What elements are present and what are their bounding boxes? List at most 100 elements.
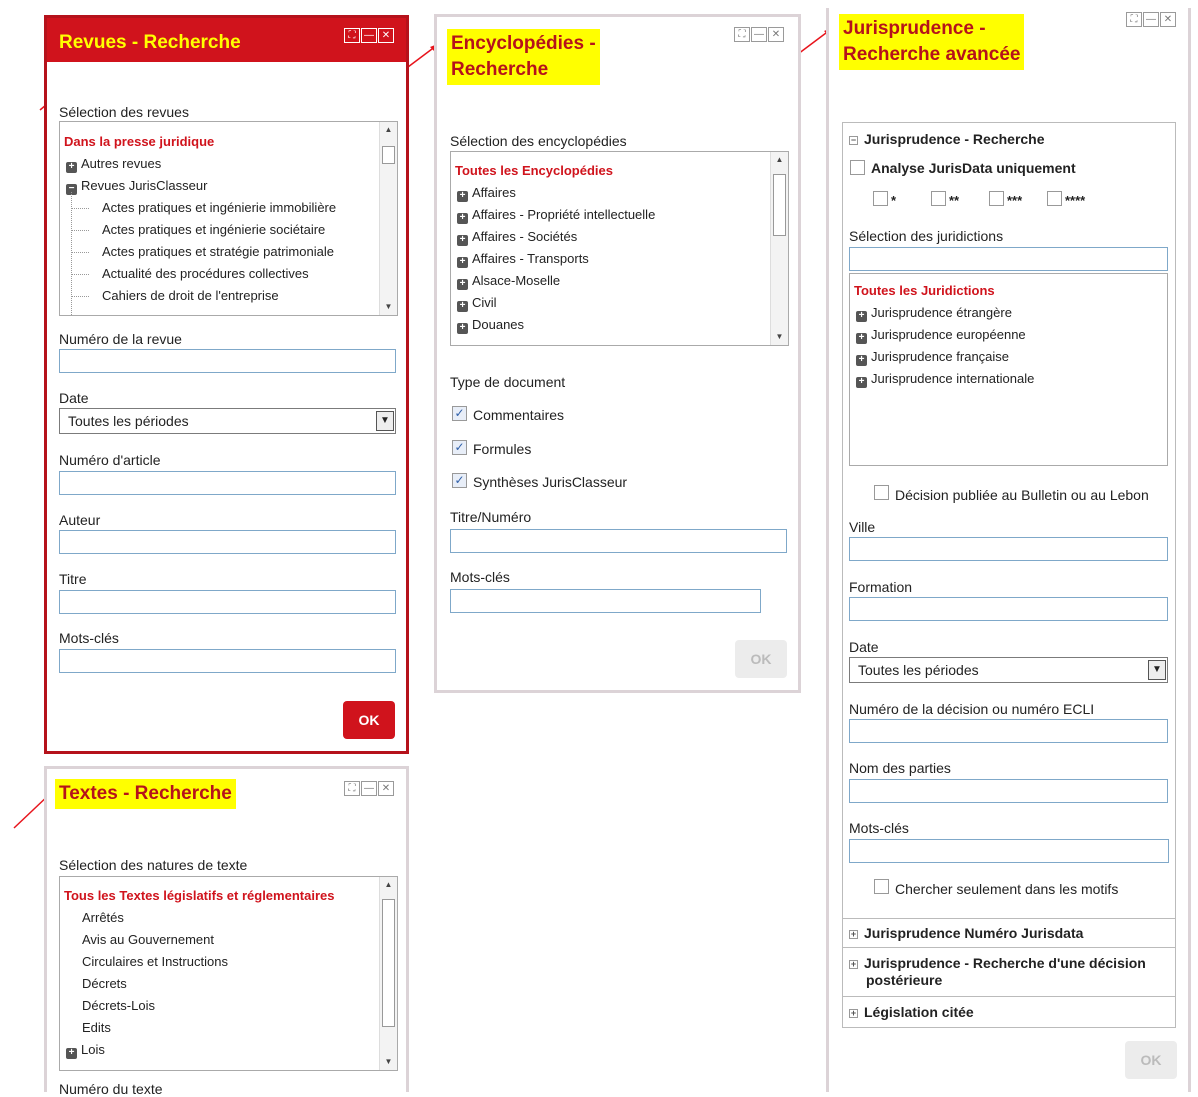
motscles-input[interactable] [450, 589, 761, 613]
minimize-icon[interactable]: — [361, 781, 377, 796]
list-item[interactable]: Edits [82, 1020, 111, 1035]
numero-revue-input[interactable] [59, 349, 396, 373]
scroll-down-icon[interactable]: ▼ [380, 299, 397, 315]
titre-input[interactable] [59, 590, 396, 614]
close-icon[interactable]: ✕ [1160, 12, 1176, 27]
scroll-down-icon[interactable]: ▼ [380, 1054, 397, 1070]
scrollbar[interactable]: ▲ ▼ [770, 152, 788, 345]
collapse-icon[interactable]: − [849, 136, 858, 145]
ok-button[interactable]: OK [1125, 1041, 1177, 1079]
juridictions-tree[interactable]: Toutes les Juridictions + Jurisprudence é… [849, 273, 1168, 466]
formules-checkbox[interactable]: ✓ [452, 440, 467, 455]
section-decision-posterieure[interactable]: + Jurisprudence - Recherche d'une décisio… [843, 947, 1175, 996]
tree-root[interactable]: Tous les Textes législatifs et réglement… [64, 888, 334, 903]
section-jurisprudence-recherche[interactable]: − Jurisprudence - Recherche [849, 131, 1045, 147]
motifs-checkbox[interactable] [874, 879, 889, 894]
numero-decision-input[interactable] [849, 719, 1168, 743]
list-item[interactable]: Avis au Gouvernement [82, 932, 214, 947]
tree-root[interactable]: Toutes les Juridictions [854, 283, 995, 298]
close-icon[interactable]: ✕ [378, 781, 394, 796]
list-item[interactable]: Cahiers de droit de l'entreprise [102, 288, 279, 303]
syntheses-checkbox[interactable]: ✓ [452, 473, 467, 488]
scroll-thumb[interactable] [773, 174, 786, 236]
expand-icon[interactable]: + [457, 213, 468, 224]
expand-icon[interactable]: + [457, 301, 468, 312]
list-item[interactable]: Actes pratiques et ingénierie immobilièr… [102, 200, 336, 215]
section-numero-jurisdata[interactable]: + Jurisprudence Numéro Jurisdata [843, 918, 1175, 947]
expand-icon[interactable]: + [849, 960, 858, 969]
star3-checkbox[interactable] [989, 191, 1004, 206]
list-item[interactable]: Décrets [82, 976, 127, 991]
expand-icon[interactable]: + [849, 1009, 858, 1018]
tree-group-autres-revues[interactable]: + Autres revues [66, 156, 161, 173]
juridictions-search-input[interactable] [849, 247, 1168, 271]
expand-icon[interactable]: + [457, 235, 468, 246]
scrollbar[interactable]: ▲ ▼ [379, 877, 397, 1070]
list-item[interactable]: Circulaires et Instructions [82, 954, 228, 969]
list-item[interactable]: + Lois [66, 1042, 105, 1059]
section-legislation-citee[interactable]: + Législation citée [843, 996, 1175, 1028]
minimize-icon[interactable]: — [361, 28, 377, 43]
analyse-checkbox[interactable] [850, 160, 865, 175]
list-item[interactable]: + Jurisprudence européenne [856, 327, 1026, 344]
date-select[interactable]: Toutes les périodes ▼ [59, 408, 396, 434]
textes-tree[interactable]: Tous les Textes législatifs et réglement… [59, 876, 398, 1071]
chevron-down-icon[interactable]: ▼ [1148, 660, 1166, 680]
bulletin-checkbox[interactable] [874, 485, 889, 500]
ville-input[interactable] [849, 537, 1168, 561]
tree-group-revues-jurisclasseur[interactable]: − Revues JurisClasseur [66, 178, 207, 195]
close-icon[interactable]: ✕ [768, 27, 784, 42]
tree-root[interactable]: Dans la presse juridique [64, 134, 214, 149]
scroll-down-icon[interactable]: ▼ [771, 329, 788, 345]
close-icon[interactable]: ✕ [378, 28, 394, 43]
star1-checkbox[interactable] [873, 191, 888, 206]
list-item[interactable]: + Affaires - Sociétés [457, 229, 577, 246]
nom-parties-input[interactable] [849, 779, 1168, 803]
expand-icon[interactable]: + [457, 191, 468, 202]
scroll-thumb[interactable] [382, 146, 395, 164]
commentaires-checkbox[interactable]: ✓ [452, 406, 467, 421]
date-select[interactable]: Toutes les périodes ▼ [849, 657, 1168, 683]
scroll-thumb[interactable] [382, 899, 395, 1027]
formation-input[interactable] [849, 597, 1168, 621]
star4-checkbox[interactable] [1047, 191, 1062, 206]
list-item[interactable]: Actes pratiques et stratégie patrimonial… [102, 244, 334, 259]
expand-icon[interactable]: + [66, 1048, 77, 1059]
minimize-icon[interactable]: — [751, 27, 767, 42]
tree-root[interactable]: Toutes les Encyclopédies [455, 163, 613, 178]
list-item[interactable]: Actes pratiques et ingénierie sociétaire [102, 222, 325, 237]
numero-article-input[interactable] [59, 471, 396, 495]
list-item[interactable]: + Jurisprudence internationale [856, 371, 1034, 388]
maximize-icon[interactable]: ⛶ [734, 27, 750, 42]
list-item[interactable]: Actualité des procédures collectives [102, 266, 309, 281]
expand-icon[interactable]: + [457, 323, 468, 334]
maximize-icon[interactable]: ⛶ [344, 781, 360, 796]
list-item[interactable]: + Affaires - Propriété intellectuelle [457, 207, 655, 224]
list-item[interactable]: Arrêtés [82, 910, 124, 925]
auteur-input[interactable] [59, 530, 396, 554]
expand-icon[interactable]: + [849, 930, 858, 939]
list-item[interactable]: + Jurisprudence française [856, 349, 1009, 366]
expand-icon[interactable]: + [856, 333, 867, 344]
list-item[interactable]: + Affaires - Transports [457, 251, 589, 268]
revues-tree[interactable]: Dans la presse juridique + Autres revues … [59, 121, 398, 316]
scrollbar[interactable]: ▲ ▼ [379, 122, 397, 315]
ok-button[interactable]: OK [735, 640, 787, 678]
expand-icon[interactable]: + [856, 355, 867, 366]
list-item[interactable]: + Affaires [457, 185, 516, 202]
scroll-up-icon[interactable]: ▲ [380, 122, 397, 138]
list-item[interactable]: + Douanes [457, 317, 524, 334]
scroll-up-icon[interactable]: ▲ [380, 877, 397, 893]
expand-icon[interactable]: + [457, 279, 468, 290]
star2-checkbox[interactable] [931, 191, 946, 206]
expand-icon[interactable]: + [66, 162, 77, 173]
scroll-up-icon[interactable]: ▲ [771, 152, 788, 168]
titre-numero-input[interactable] [450, 529, 787, 553]
list-item[interactable]: Décrets-Lois [82, 998, 155, 1013]
list-item[interactable]: + Jurisprudence étrangère [856, 305, 1012, 322]
maximize-icon[interactable]: ⛶ [344, 28, 360, 43]
encyclopedies-tree[interactable]: Toutes les Encyclopédies + Affaires + Affa… [450, 151, 789, 346]
expand-icon[interactable]: + [856, 311, 867, 322]
expand-icon[interactable]: + [457, 257, 468, 268]
motscles-input[interactable] [849, 839, 1169, 863]
